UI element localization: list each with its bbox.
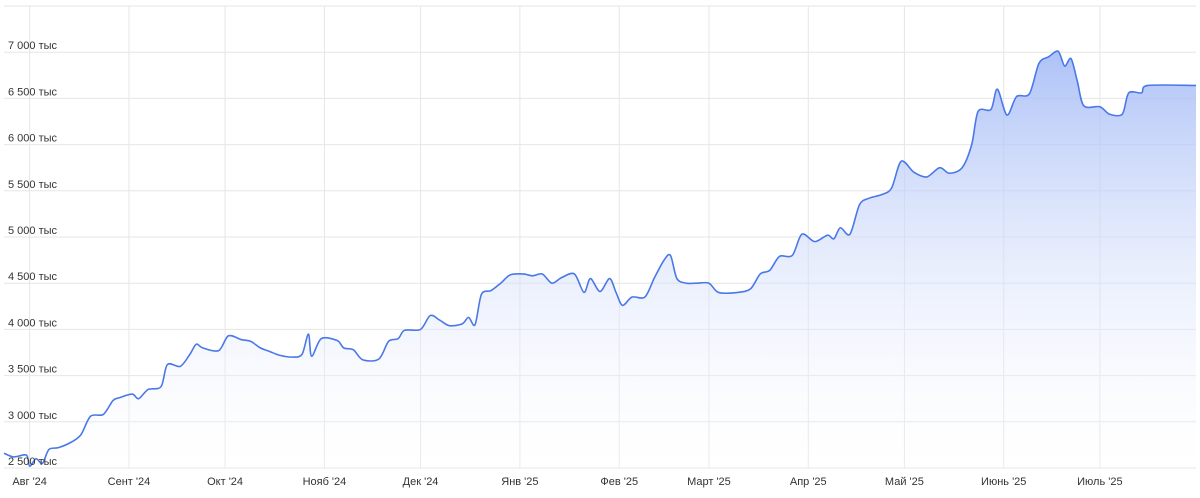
x-tick-label: Июль '25 <box>1077 476 1122 488</box>
x-tick-label: Апр '25 <box>790 476 827 488</box>
x-axis-ticks: Авг '24 Сент '24 Окт '24 Нояб '24 Дек '24 Янв… <box>12 476 1122 488</box>
y-tick-label: 4 500 тыс <box>8 271 58 283</box>
x-tick-label: Май '25 <box>885 476 924 488</box>
x-tick-label: Сент '24 <box>108 476 151 488</box>
x-tick-label: Янв '25 <box>501 476 538 488</box>
y-tick-label: 5 000 тыс <box>8 225 58 237</box>
y-tick-label: 6 000 тыс <box>8 133 58 145</box>
x-tick-label: Нояб '24 <box>303 476 347 488</box>
x-tick-label: Март '25 <box>687 476 731 488</box>
series-area-fill <box>4 51 1196 468</box>
area-chart: 2 500 тыс 3 000 тыс 3 500 тыс 4 000 тыс 4 50… <box>3 5 1197 488</box>
y-tick-label: 6 500 тыс <box>8 86 58 98</box>
y-tick-label: 2 500 тыс <box>8 456 58 468</box>
y-tick-label: 4 000 тыс <box>8 317 58 329</box>
y-axis-ticks: 2 500 тыс 3 000 тыс 3 500 тыс 4 000 тыс 4 50… <box>8 40 58 468</box>
x-tick-label: Окт '24 <box>207 476 243 488</box>
chart-container: 2 500 тыс 3 000 тыс 3 500 тыс 4 000 тыс 4 50… <box>0 0 1200 498</box>
x-tick-label: Авг '24 <box>12 476 47 488</box>
x-tick-label: Июнь '25 <box>981 476 1026 488</box>
y-tick-label: 7 000 тыс <box>8 40 58 52</box>
x-tick-label: Дек '24 <box>403 476 439 488</box>
x-tick-label: Фев '25 <box>600 476 638 488</box>
y-tick-label: 3 000 тыс <box>8 410 58 422</box>
y-tick-label: 5 500 тыс <box>8 179 58 191</box>
y-tick-label: 3 500 тыс <box>8 364 58 376</box>
series-area <box>4 51 1196 468</box>
